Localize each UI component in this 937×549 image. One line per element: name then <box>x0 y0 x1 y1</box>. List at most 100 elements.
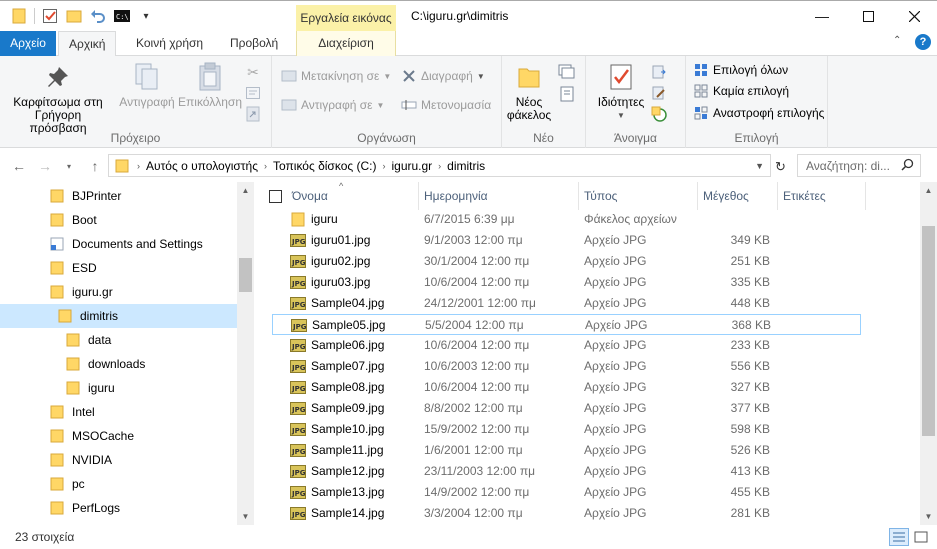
file-row[interactable]: JPG Sample13.jpg 14/9/2002 12:00 πμ Αρχε… <box>272 482 862 503</box>
minimize-button[interactable]: — <box>799 1 845 31</box>
scroll-up-icon[interactable]: ▲ <box>920 182 937 199</box>
pin-quick-access-button[interactable]: Καρφίτσωμα στη Γρήγορη πρόσβαση <box>6 60 110 135</box>
history-button[interactable] <box>650 104 671 124</box>
column-name[interactable]: Όνομα ^ <box>287 182 419 210</box>
file-list-scrollbar[interactable]: ▲ ▼ <box>920 182 937 525</box>
column-type[interactable]: Τύπος <box>579 182 698 210</box>
file-row[interactable]: JPG Sample10.jpg 15/9/2002 12:00 πμ Αρχε… <box>272 419 862 440</box>
easy-access-button[interactable] <box>558 84 579 104</box>
tree-item-selected[interactable]: dimitris <box>0 304 237 328</box>
cut-button[interactable]: ✂ <box>244 62 265 82</box>
column-size[interactable]: Μέγεθος <box>698 182 778 210</box>
column-tags[interactable]: Ετικέτες <box>778 182 866 210</box>
recent-locations-chevron-icon[interactable]: ▾ <box>60 157 78 175</box>
breadcrumb-iguru-gr[interactable]: iguru.gr <box>391 159 432 173</box>
file-row[interactable]: JPG Sample07.jpg 10/6/2003 12:00 πμ Αρχε… <box>272 356 862 377</box>
address-dropdown-icon[interactable]: ▼ <box>755 161 764 171</box>
properties-button[interactable]: Ιδιότητες ▼ <box>592 60 650 122</box>
tree-item[interactable]: Documents and Settings <box>0 232 237 256</box>
copy-label: Αντιγραφή <box>119 95 175 109</box>
delete-x-icon <box>400 68 418 84</box>
tree-item[interactable]: data <box>0 328 237 352</box>
file-row[interactable]: JPG Sample11.jpg 1/6/2001 12:00 πμ Αρχεί… <box>272 440 862 461</box>
scrollbar-thumb[interactable] <box>922 226 935 436</box>
up-arrow-icon[interactable]: ↑ <box>86 157 104 175</box>
file-row[interactable]: JPG Sample12.jpg 23/11/2003 12:00 πμ Αρχ… <box>272 461 862 482</box>
undo-icon[interactable] <box>89 7 107 25</box>
file-row[interactable]: JPG Sample06.jpg 10/6/2004 12:00 πμ Αρχε… <box>272 335 862 356</box>
scroll-down-icon[interactable]: ▼ <box>237 508 254 525</box>
close-button[interactable] <box>891 1 937 31</box>
search-input[interactable]: Αναζήτηση: di... <box>797 154 921 177</box>
tree-item[interactable]: Intel <box>0 400 237 424</box>
tree-item[interactable]: downloads <box>0 352 237 376</box>
select-all-checkbox[interactable] <box>269 190 282 203</box>
open-button[interactable] <box>650 62 671 82</box>
column-date[interactable]: Ημερομηνία <box>419 182 579 210</box>
rename-button[interactable]: Μετονομασία <box>400 95 491 115</box>
new-item-button[interactable] <box>558 62 579 82</box>
select-all-button[interactable]: Επιλογή όλων <box>692 60 788 80</box>
tab-home[interactable]: Αρχική <box>58 31 117 57</box>
tab-file[interactable]: Αρχείο <box>0 31 56 56</box>
tree-item[interactable]: Boot <box>0 208 237 232</box>
file-row[interactable]: JPG iguru03.jpg 10/6/2004 12:00 πμ Αρχεί… <box>272 272 862 293</box>
scroll-up-icon[interactable]: ▲ <box>237 182 254 199</box>
new-folder-icon[interactable] <box>65 7 83 25</box>
collapse-ribbon-icon[interactable]: ⌃ <box>893 35 901 46</box>
file-row[interactable]: JPG Sample04.jpg 24/12/2001 12:00 πμ Αρχ… <box>272 293 862 314</box>
copy-to-button[interactable]: Αντιγραφή σε ▼ <box>280 95 384 115</box>
file-size: 335 KB <box>730 275 770 289</box>
file-row[interactable]: JPG iguru02.jpg 30/1/2004 12:00 πμ Αρχεί… <box>272 251 862 272</box>
move-to-button[interactable]: Μετακίνηση σε ▼ <box>280 66 391 86</box>
tree-item[interactable]: MSOCache <box>0 424 237 448</box>
scroll-down-icon[interactable]: ▼ <box>920 508 937 525</box>
back-arrow-icon[interactable]: ← <box>10 157 28 175</box>
navigation-pane-scrollbar[interactable]: ▲ ▼ <box>237 182 254 525</box>
paste-button[interactable]: Επικόλληση <box>178 60 242 109</box>
tree-item-label: ESD <box>72 261 97 275</box>
scrollbar-thumb[interactable] <box>239 258 252 292</box>
command-prompt-icon[interactable]: C:\ <box>113 7 131 25</box>
edit-button[interactable] <box>650 83 671 103</box>
rename-label: Μετονομασία <box>421 98 492 112</box>
tree-item[interactable]: BJPrinter <box>0 184 237 208</box>
tree-item[interactable]: NVIDIA <box>0 448 237 472</box>
large-icons-view-button[interactable] <box>911 528 931 546</box>
tree-item[interactable]: iguru.gr <box>0 280 237 304</box>
file-row[interactable]: JPG Sample08.jpg 10/6/2004 12:00 πμ Αρχε… <box>272 377 862 398</box>
file-row[interactable]: JPG Sample09.jpg 8/8/2002 12:00 πμ Αρχεί… <box>272 398 862 419</box>
file-row[interactable]: iguru 6/7/2015 6:39 μμ Φάκελος αρχείων <box>272 209 862 230</box>
breadcrumb-local-disk[interactable]: Τοπικός δίσκος (C:) <box>273 159 377 173</box>
breadcrumb-this-pc[interactable]: Αυτός ο υπολογιστής <box>146 159 258 173</box>
copy-path-button[interactable] <box>244 83 265 103</box>
open-group-label: Άνοιγμα <box>614 131 657 145</box>
tree-item[interactable]: pc <box>0 472 237 496</box>
file-row-focused[interactable]: JPG Sample05.jpg 5/5/2004 12:00 πμ Αρχεί… <box>272 314 861 335</box>
file-row[interactable]: JPG Sample14.jpg 3/3/2004 12:00 πμ Αρχεί… <box>272 503 862 524</box>
invert-selection-button[interactable]: Αναστροφή επιλογής <box>692 103 824 123</box>
column-name-label: Όνομα <box>292 189 328 203</box>
new-folder-button[interactable]: Νέος φάκελος <box>506 60 552 122</box>
address-bar[interactable]: › Αυτός ο υπολογιστής › Τοπικός δίσκος (… <box>108 154 771 177</box>
customize-toolbar-chevron-icon[interactable]: ▾ <box>137 7 155 25</box>
file-row[interactable]: JPG iguru01.jpg 9/1/2003 12:00 πμ Αρχείο… <box>272 230 862 251</box>
maximize-button[interactable] <box>845 1 891 31</box>
paste-shortcut-button[interactable] <box>244 104 265 124</box>
tab-manage[interactable]: Διαχείριση <box>296 31 396 56</box>
jpg-file-icon: JPG <box>290 296 306 311</box>
tree-item[interactable]: PerfLogs <box>0 496 237 520</box>
select-none-button[interactable]: Καμία επιλογή <box>692 81 789 101</box>
tab-share[interactable]: Κοινή χρήση <box>126 31 213 56</box>
tree-item[interactable]: iguru <box>0 376 237 400</box>
help-icon[interactable]: ? <box>915 34 931 50</box>
forward-arrow-icon[interactable]: → <box>36 157 54 175</box>
refresh-icon[interactable]: ↻ <box>775 159 786 175</box>
copy-button[interactable]: Αντιγραφή <box>116 60 178 109</box>
breadcrumb-dimitris[interactable]: dimitris <box>447 159 485 173</box>
delete-button[interactable]: Διαγραφή ▼ <box>400 66 485 86</box>
tree-item[interactable]: ESD <box>0 256 237 280</box>
details-view-button[interactable] <box>889 528 909 546</box>
properties-icon[interactable] <box>41 7 59 25</box>
tab-view[interactable]: Προβολή <box>220 31 288 56</box>
